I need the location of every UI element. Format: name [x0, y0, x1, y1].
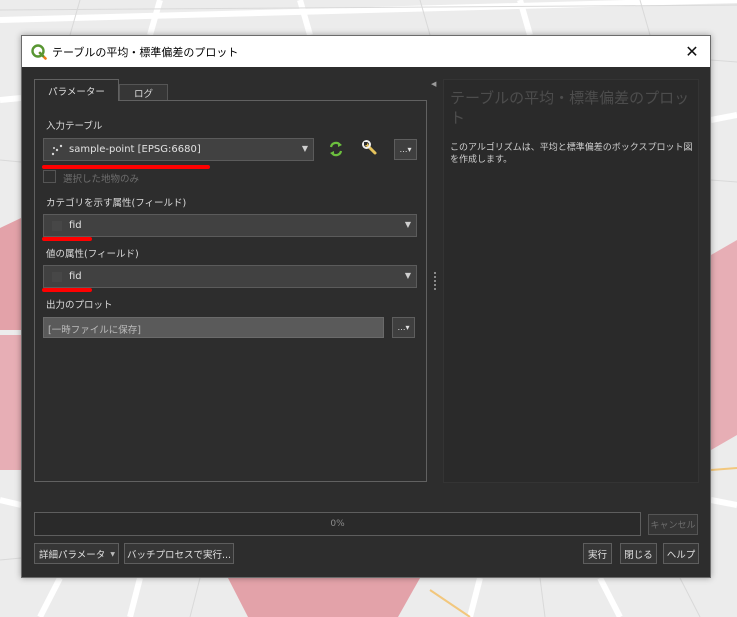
advanced-parameters-label: 詳細パラメータ	[39, 549, 106, 561]
help-title: テーブルの平均・標準偏差のプロット	[450, 89, 690, 127]
chevron-down-icon: ▼	[404, 271, 411, 280]
chevron-down-icon: ▼	[110, 551, 115, 558]
help-panel: テーブルの平均・標準偏差のプロット このアルゴリズムは、平均と標準偏差のボックス…	[443, 79, 699, 483]
tab-parameters[interactable]: パラメーター	[34, 79, 119, 101]
batch-process-button[interactable]: バッチプロセスで実行...	[124, 543, 234, 564]
qgis-logo-icon	[31, 44, 47, 60]
value-field-value: fid	[69, 271, 82, 282]
value-field-label: 値の属性(フィールド)	[46, 249, 139, 260]
input-table-value: sample-point [EPSG:6680]	[69, 144, 201, 155]
help-description: このアルゴリズムは、平均と標準偏差のボックスプロット図を作成します。	[450, 143, 693, 165]
splitter-grip-icon[interactable]	[434, 272, 436, 290]
chevron-down-icon: ▼	[301, 144, 308, 153]
iterate-icon[interactable]	[325, 138, 347, 160]
window-title: テーブルの平均・標準偏差のプロット	[52, 46, 239, 59]
selected-only-checkbox[interactable]	[43, 170, 56, 183]
input-table-label: 入力テーブル	[46, 121, 103, 132]
output-options-button[interactable]: …▾	[392, 317, 415, 338]
category-field-combo[interactable]: fid ▼	[43, 214, 417, 237]
tab-log[interactable]: ログ	[119, 84, 168, 101]
output-plot-field[interactable]: [一時ファイルに保存]	[43, 317, 384, 338]
close-icon[interactable]: ✕	[680, 40, 704, 62]
point-layer-icon	[51, 144, 63, 156]
chevron-down-icon: ▼	[404, 220, 411, 229]
category-field-value: fid	[69, 220, 82, 231]
advanced-parameters-button[interactable]: 詳細パラメータ ▼	[34, 543, 119, 564]
cancel-button[interactable]: キャンセル	[648, 514, 698, 535]
value-field-combo[interactable]: fid ▼	[43, 265, 417, 288]
title-bar: テーブルの平均・標準偏差のプロット ✕	[22, 36, 710, 67]
category-field-label: カテゴリを示す属性(フィールド)	[46, 198, 187, 209]
processing-dialog: テーブルの平均・標準偏差のプロット ✕ パラメーター ログ 入力テーブル sam…	[21, 35, 711, 578]
progress-bar: 0%	[34, 512, 641, 536]
run-button[interactable]: 実行	[583, 543, 612, 564]
red-annotation-underline	[42, 165, 210, 169]
selected-only-label: 選択した地物のみ	[63, 174, 140, 185]
progress-text: 0%	[330, 519, 345, 529]
field-icon	[52, 272, 62, 282]
input-table-options-button[interactable]: …▾	[394, 139, 417, 160]
wrench-icon[interactable]	[360, 138, 382, 160]
collapse-arrow-icon[interactable]: ◀	[431, 80, 436, 88]
field-icon	[52, 221, 62, 231]
close-button[interactable]: 閉じる	[620, 543, 657, 564]
red-annotation-underline	[42, 237, 92, 241]
output-plot-label: 出力のプロット	[46, 300, 113, 311]
input-table-combo[interactable]: sample-point [EPSG:6680] ▼	[43, 138, 314, 161]
red-annotation-underline	[42, 288, 92, 292]
help-button[interactable]: ヘルプ	[663, 543, 699, 564]
